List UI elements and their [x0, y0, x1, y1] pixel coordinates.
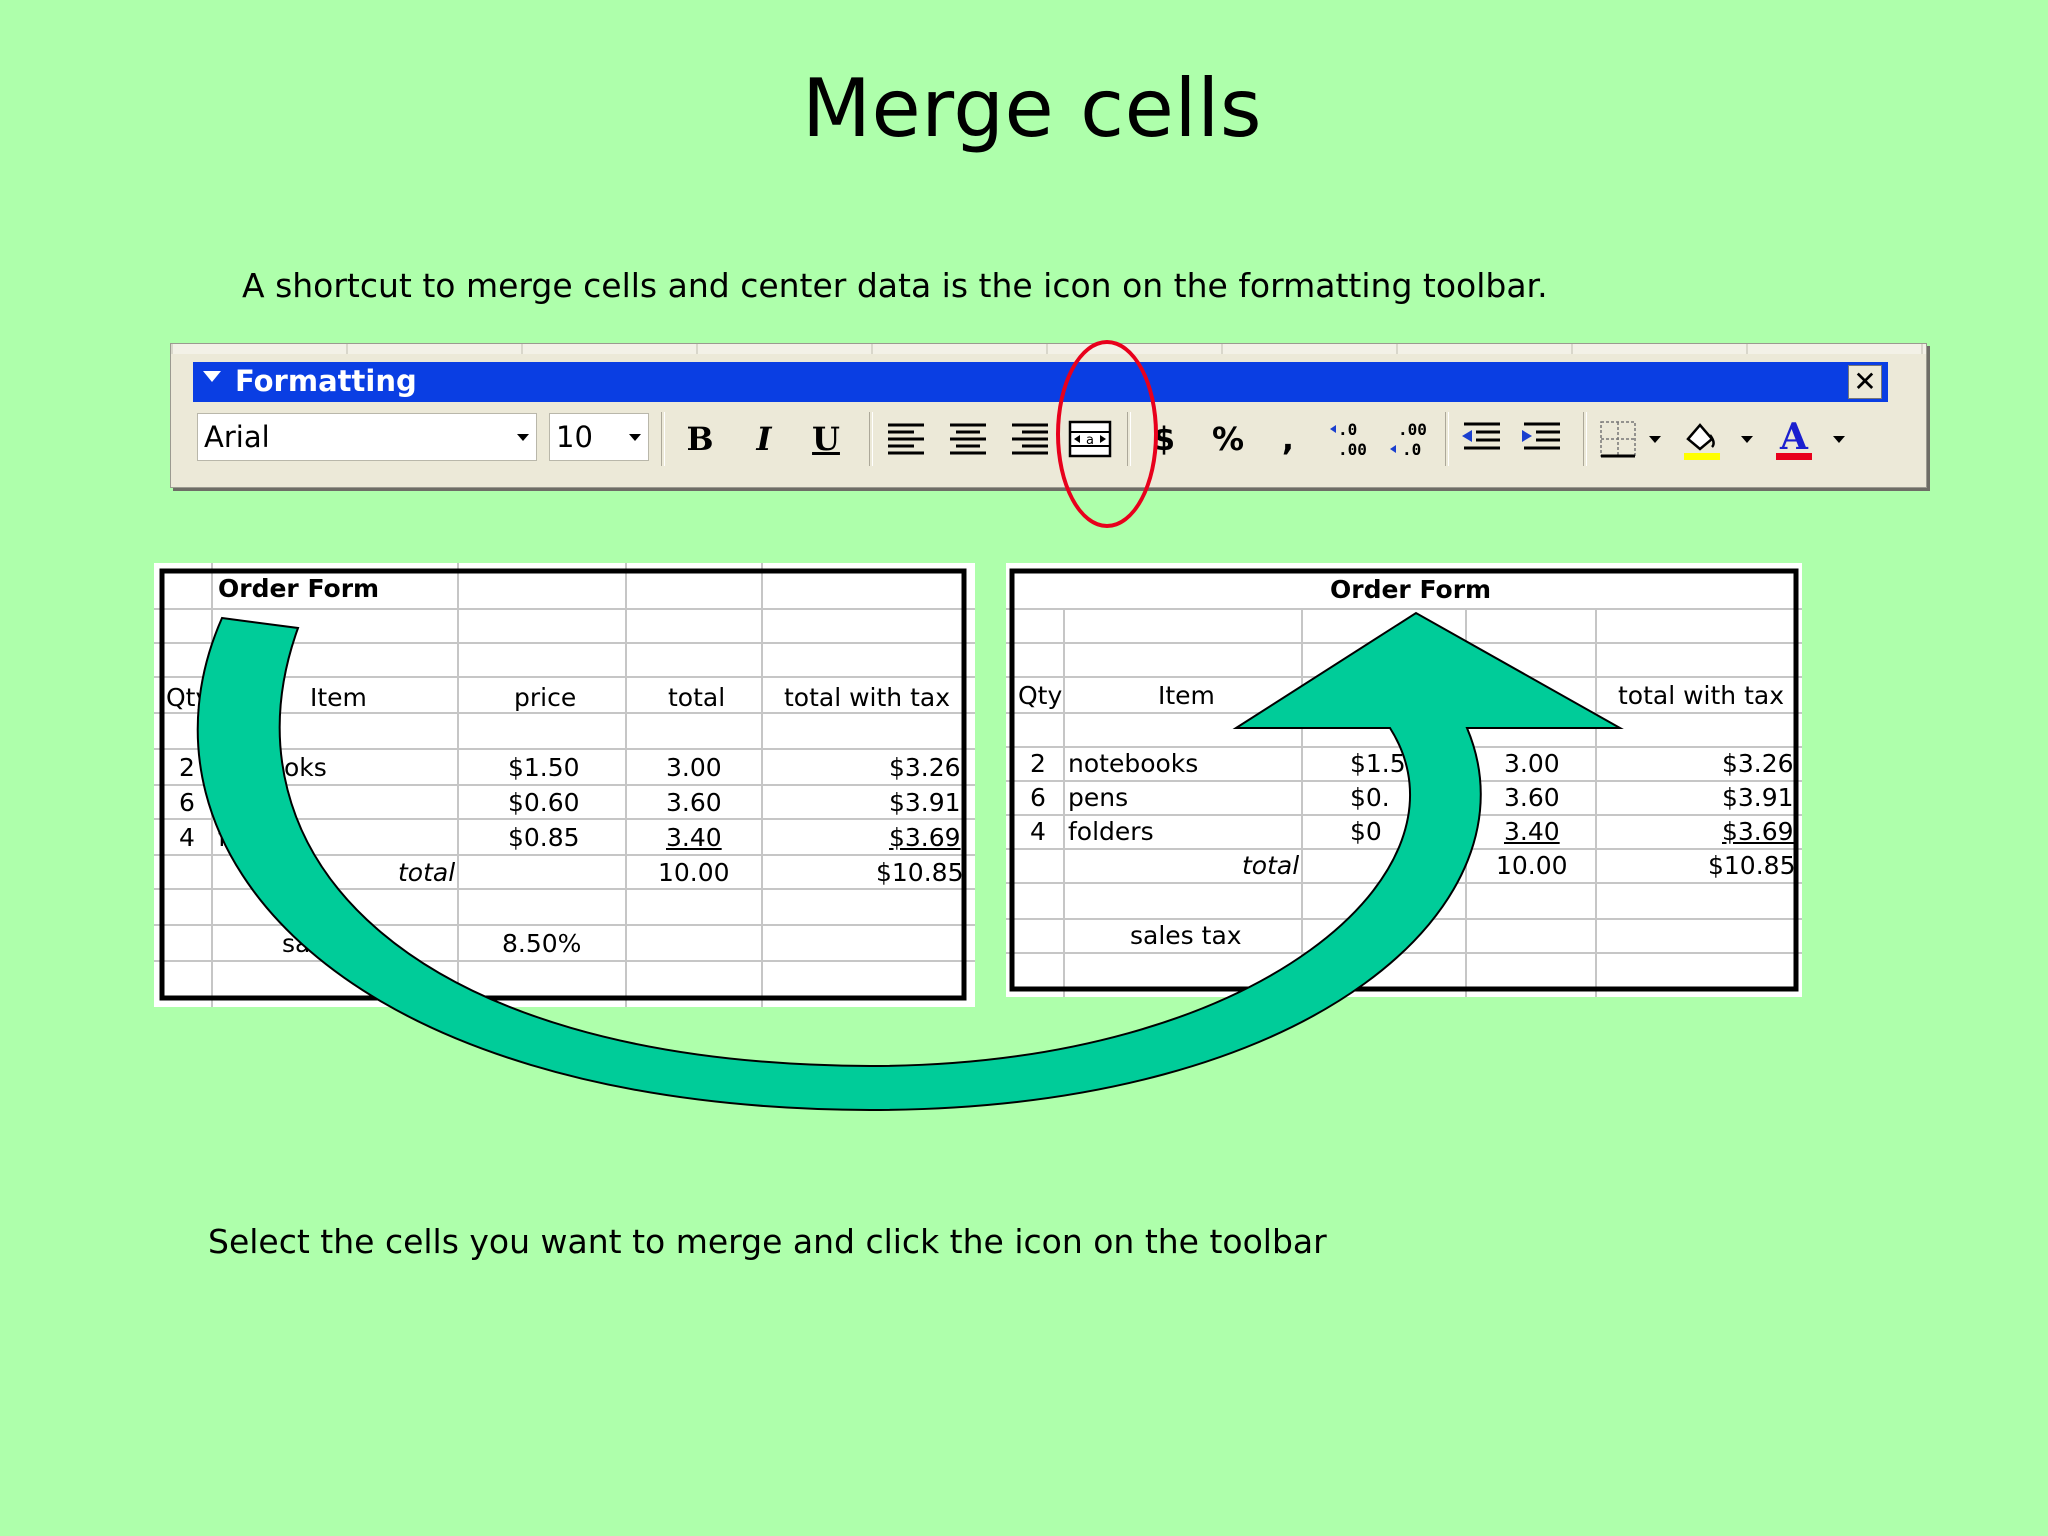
curved-arrow-icon — [196, 611, 1624, 1112]
footer-text: Select the cells you want to merge and c… — [208, 1222, 1327, 1261]
